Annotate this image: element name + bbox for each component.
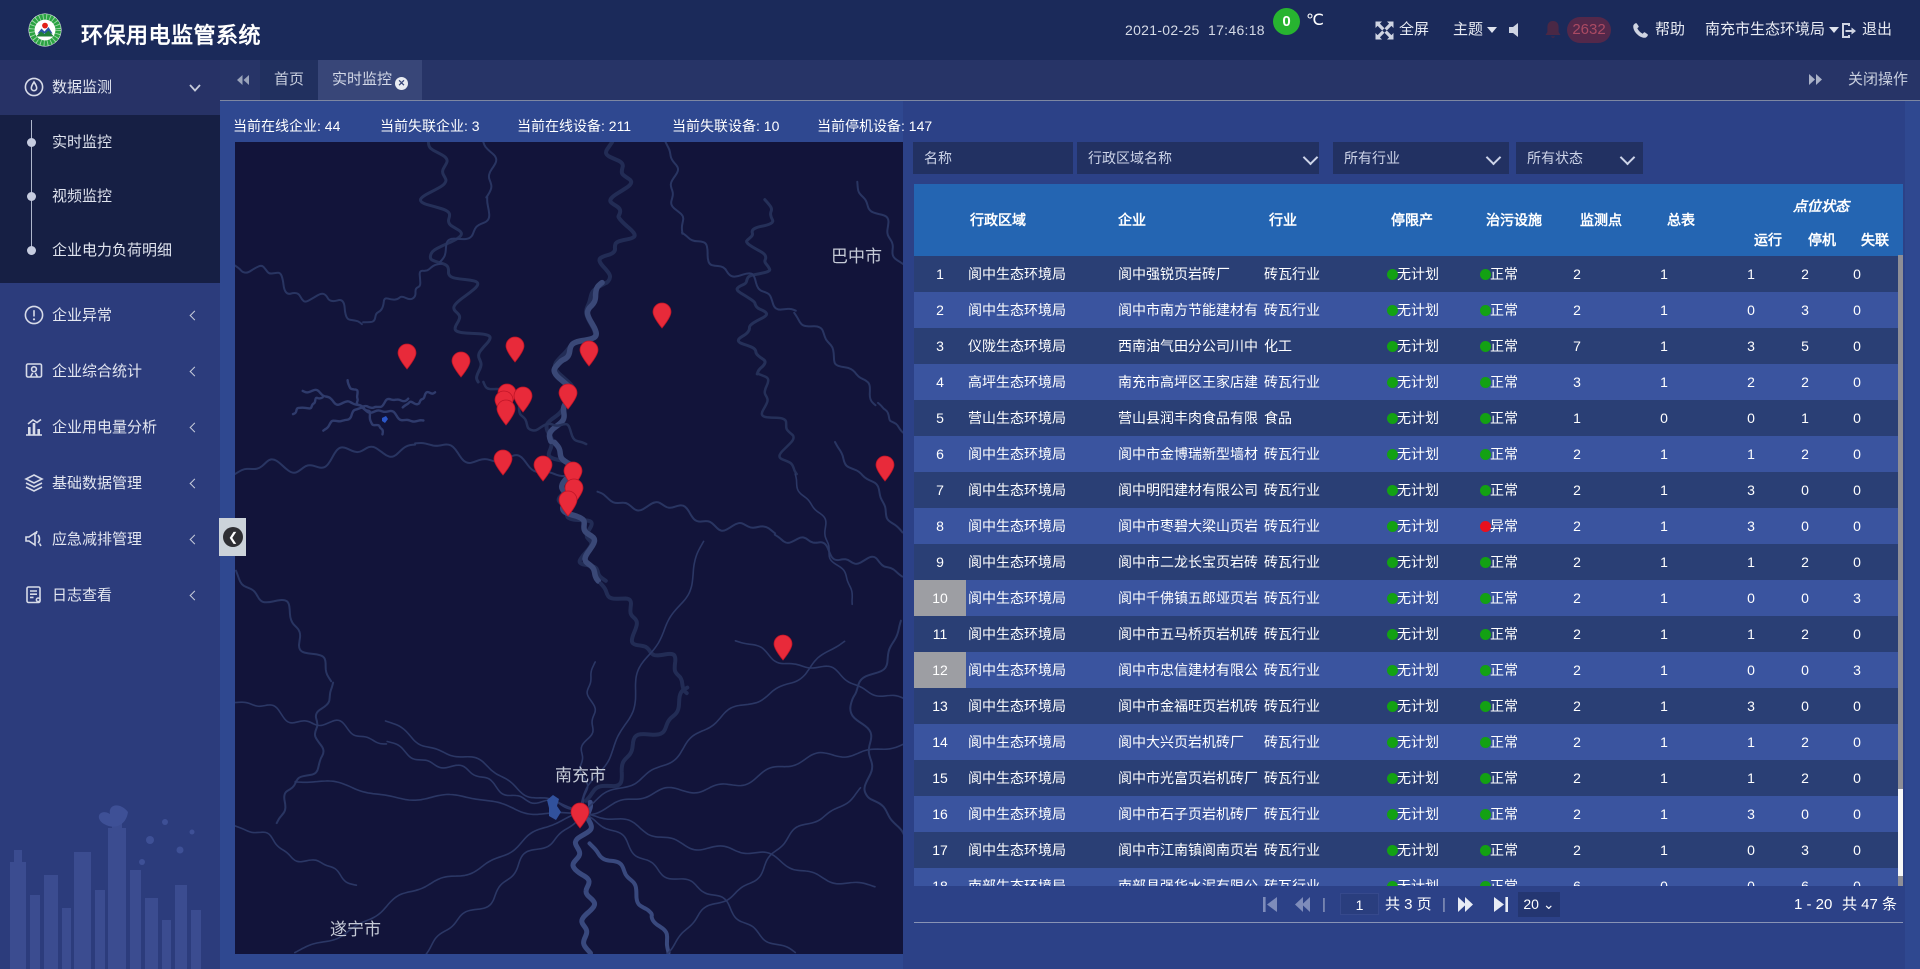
- svg-text:南充市: 南充市: [555, 766, 606, 785]
- svg-text:巴中市: 巴中市: [831, 247, 882, 266]
- svg-text:遂宁市: 遂宁市: [330, 920, 381, 939]
